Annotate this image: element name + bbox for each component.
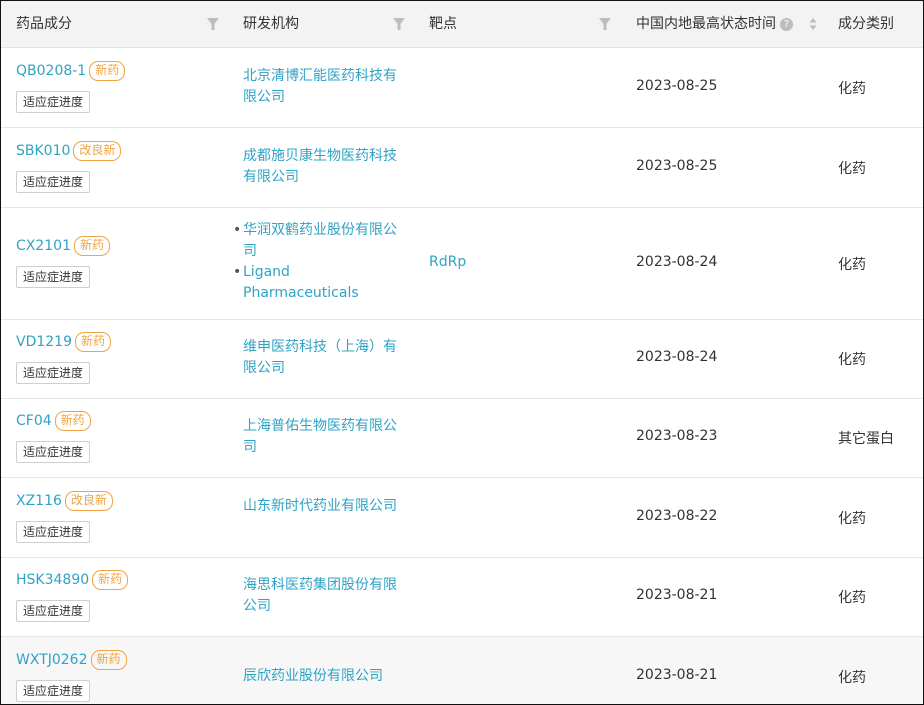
table-row: CF04 新药 适应症进度 上海普佑生物医药有限公司 2023-08-23 其它蛋…: [1, 399, 923, 478]
category: 其它蛋白: [838, 431, 894, 447]
drug-type-badge: 新药: [92, 570, 129, 590]
header-org: 研发机构: [243, 16, 299, 32]
category: 化药: [838, 81, 866, 97]
drug-table: 药品成分 研发机构 靶点 中国内地最高状态时间? 成分类别 QB0208-1 新药…: [1, 1, 923, 704]
drug-type-badge: 新药: [89, 61, 126, 81]
drug-link[interactable]: WXTJ0262 新药: [16, 650, 127, 670]
drug-name[interactable]: CF04: [16, 413, 52, 429]
org-link[interactable]: 成都施贝康生物医药科技有限公司: [243, 146, 403, 188]
sort-icon[interactable]: [809, 17, 817, 31]
drug-name[interactable]: VD1219: [16, 334, 72, 350]
drug-link[interactable]: CF04 新药: [16, 411, 91, 431]
org-list: • 华润双鹤药业股份有限公司 • Ligand Pharmaceuticals: [233, 220, 403, 304]
status-date: 2023-08-21: [636, 587, 718, 603]
status-date: 2023-08-25: [636, 78, 718, 94]
table-row: VD1219 新药 适应症进度 维申医药科技（上海）有限公司 2023-08-24…: [1, 320, 923, 399]
drug-name[interactable]: QB0208-1: [16, 63, 86, 79]
drug-link[interactable]: QB0208-1 新药: [16, 61, 126, 81]
help-icon[interactable]: ?: [780, 17, 793, 31]
table-row: SBK010 改良新 适应症进度 成都施贝康生物医药科技有限公司 2023-08-…: [1, 128, 923, 208]
indication-progress-button[interactable]: 适应症进度: [16, 441, 91, 463]
drug-link[interactable]: HSK34890 新药: [16, 570, 129, 590]
category: 化药: [838, 670, 866, 686]
drug-link[interactable]: CX2101 新药: [16, 236, 111, 256]
drug-name[interactable]: CX2101: [16, 238, 71, 254]
drug-link[interactable]: SBK010 改良新: [16, 141, 122, 161]
header-date-label: 中国内地最高状态时间: [636, 16, 776, 32]
bullet: •: [233, 264, 242, 280]
indication-progress-button[interactable]: 适应症进度: [16, 521, 91, 543]
drug-type-badge: 新药: [54, 411, 91, 431]
category: 化药: [838, 257, 866, 273]
bullet: •: [233, 222, 242, 238]
indication-progress-button[interactable]: 适应症进度: [16, 600, 91, 622]
header-target: 靶点: [429, 16, 457, 32]
category: 化药: [838, 590, 866, 606]
drug-name[interactable]: WXTJ0262: [16, 652, 88, 668]
org-link[interactable]: 山东新时代药业有限公司: [243, 496, 403, 517]
category: 化药: [838, 161, 866, 177]
table-row: QB0208-1 新药 适应症进度 北京清博汇能医药科技有限公司 2023-08-…: [1, 48, 923, 128]
indication-progress-button[interactable]: 适应症进度: [16, 266, 91, 288]
org-list-item[interactable]: • Ligand Pharmaceuticals: [233, 262, 403, 304]
drug-type-badge: 新药: [75, 332, 112, 352]
status-date: 2023-08-24: [636, 349, 718, 365]
drug-type-badge: 改良新: [73, 141, 122, 161]
indication-progress-button[interactable]: 适应症进度: [16, 91, 91, 113]
org-link[interactable]: 北京清博汇能医药科技有限公司: [243, 66, 403, 108]
target-link[interactable]: RdRp: [429, 254, 466, 270]
status-date: 2023-08-23: [636, 428, 718, 444]
drug-type-badge: 新药: [90, 650, 127, 670]
org-link[interactable]: 海思科医药集团股份有限公司: [243, 575, 403, 617]
drug-table-frame: 药品成分 研发机构 靶点 中国内地最高状态时间? 成分类别 QB0208-1 新药…: [0, 0, 924, 705]
drug-type-badge: 改良新: [64, 491, 113, 511]
drug-link[interactable]: VD1219 新药: [16, 332, 112, 352]
category: 化药: [838, 511, 866, 527]
org-link[interactable]: 上海普佑生物医药有限公司: [243, 416, 403, 458]
org-link[interactable]: Ligand Pharmaceuticals: [243, 264, 359, 301]
status-date: 2023-08-22: [636, 508, 718, 524]
status-date: 2023-08-25: [636, 158, 718, 174]
header-category: 成分类别: [838, 16, 894, 32]
indication-progress-button[interactable]: 适应症进度: [16, 362, 91, 384]
filter-icon[interactable]: [392, 17, 406, 31]
table-row: HSK34890 新药 适应症进度 海思科医药集团股份有限公司 2023-08-2…: [1, 558, 923, 637]
drug-type-badge: 新药: [74, 236, 111, 256]
table-row: WXTJ0262 新药 适应症进度 辰欣药业股份有限公司 2023-08-21 化…: [1, 637, 923, 704]
drug-name[interactable]: HSK34890: [16, 572, 89, 588]
table-row: CX2101 新药 适应症进度 • 华润双鹤药业股份有限公司 • Ligand Pha…: [1, 208, 923, 320]
indication-progress-button[interactable]: 适应症进度: [16, 680, 91, 702]
category: 化药: [838, 352, 866, 368]
table-row: XZ116 改良新 适应症进度 山东新时代药业有限公司 2023-08-22 化药: [1, 478, 923, 558]
drug-link[interactable]: XZ116 改良新: [16, 491, 113, 511]
org-link[interactable]: 华润双鹤药业股份有限公司: [243, 222, 397, 259]
header-date: 中国内地最高状态时间?: [636, 1, 793, 47]
org-list-item[interactable]: • 华润双鹤药业股份有限公司: [233, 220, 403, 262]
status-date: 2023-08-21: [636, 667, 718, 683]
drug-name[interactable]: XZ116: [16, 493, 62, 509]
indication-progress-button[interactable]: 适应症进度: [16, 171, 91, 193]
filter-icon[interactable]: [598, 17, 612, 31]
header-drug: 药品成分: [16, 16, 72, 32]
table-header: 药品成分 研发机构 靶点 中国内地最高状态时间? 成分类别: [1, 1, 923, 48]
org-link[interactable]: 维申医药科技（上海）有限公司: [243, 337, 403, 379]
filter-icon[interactable]: [206, 17, 220, 31]
drug-name[interactable]: SBK010: [16, 143, 70, 159]
status-date: 2023-08-24: [636, 254, 718, 270]
org-link[interactable]: 辰欣药业股份有限公司: [243, 666, 403, 687]
